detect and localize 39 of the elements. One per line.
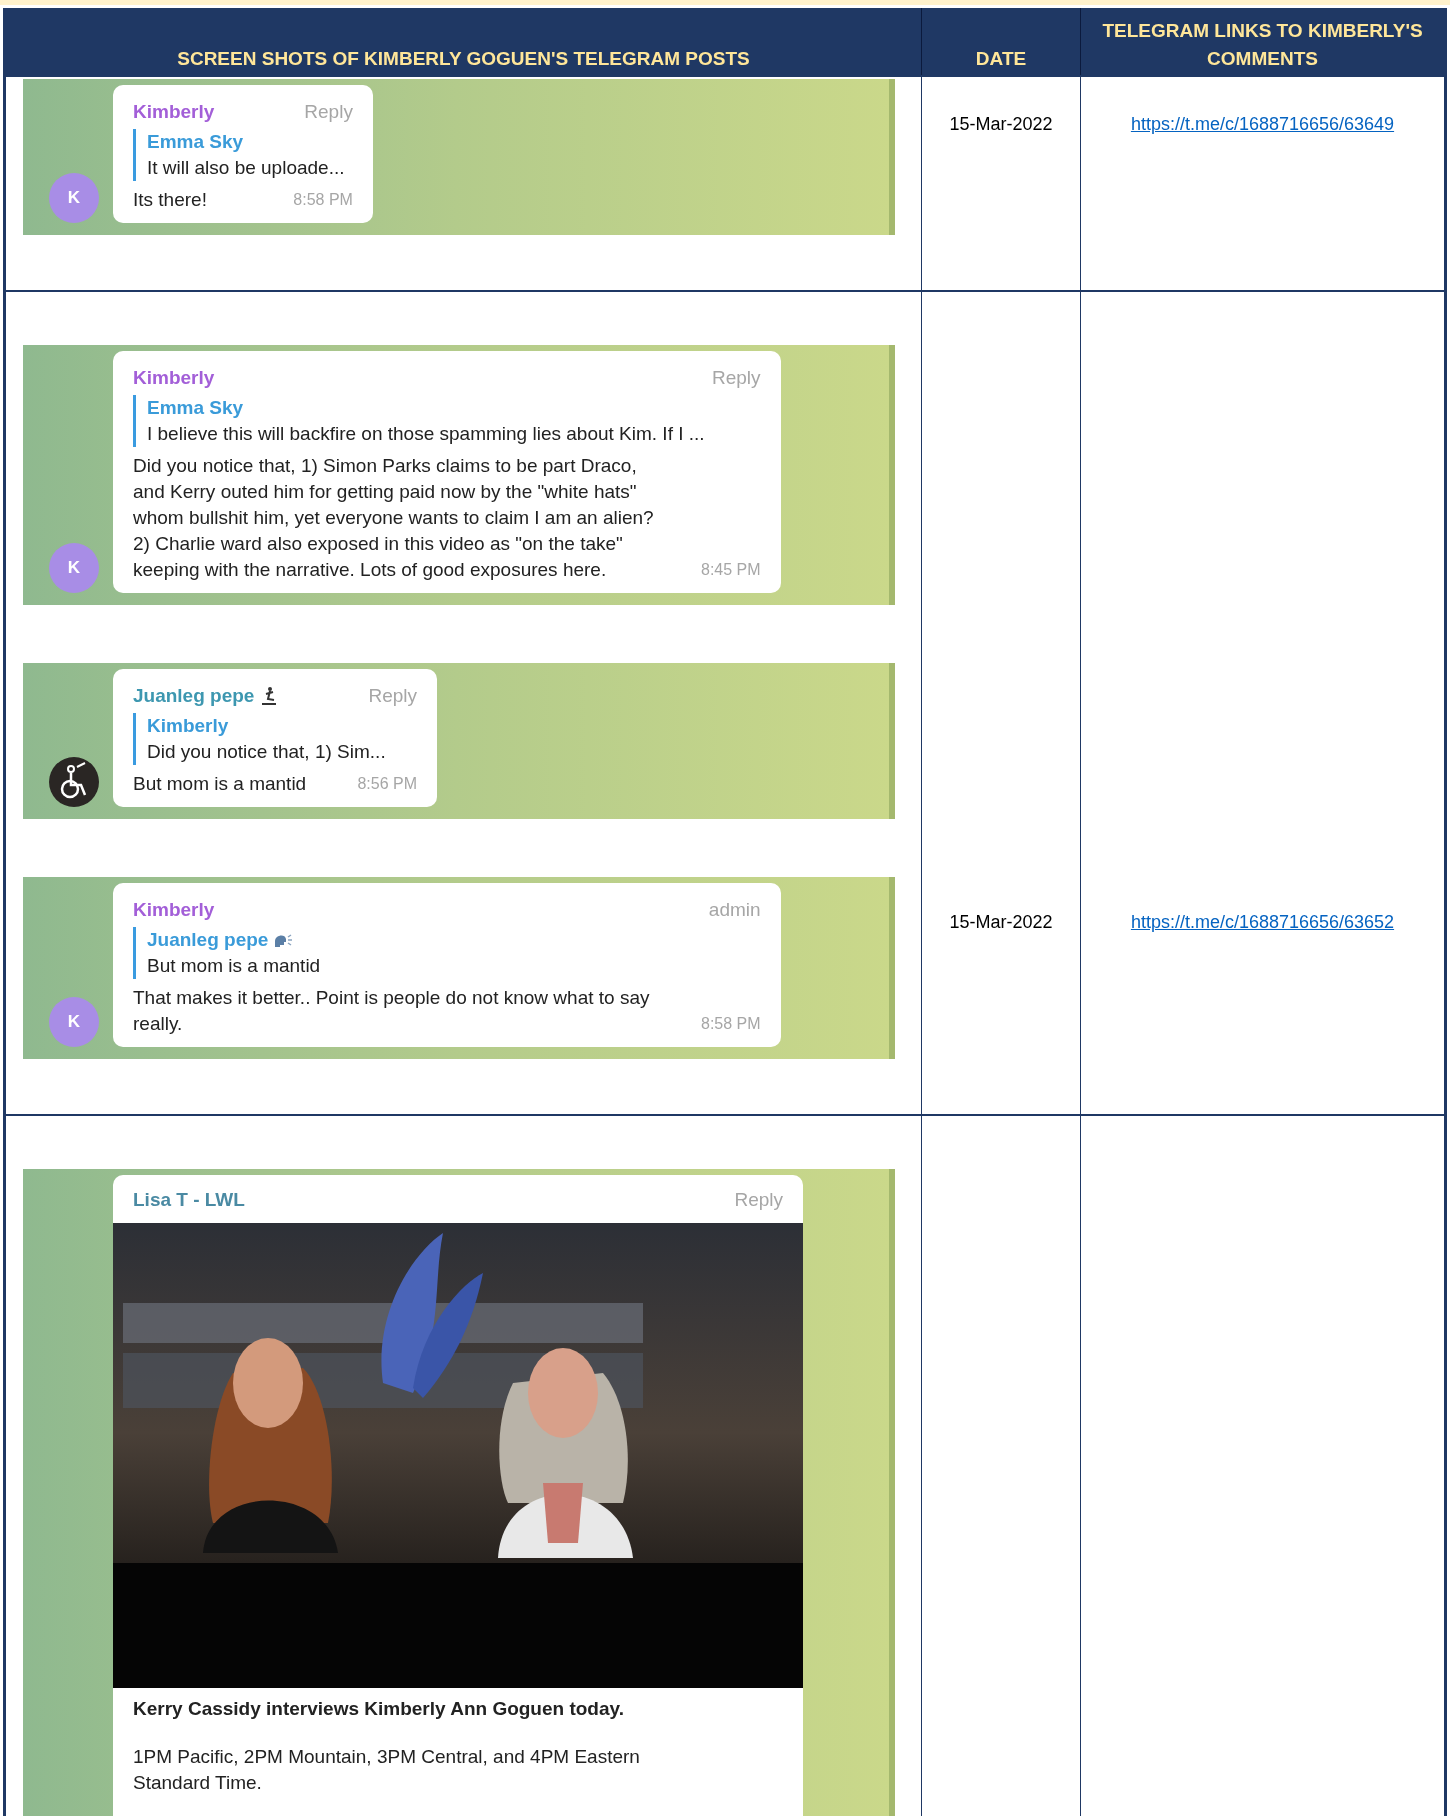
- quoted-text: But mom is a mantid: [147, 954, 322, 978]
- avatar: K: [49, 543, 99, 593]
- avatar: K: [49, 173, 99, 223]
- quote-author: Emma Sky: [147, 396, 244, 420]
- sender-name: Juanleg pepe: [133, 684, 255, 708]
- message-text: Its there!: [133, 188, 207, 212]
- message-time: 8:45 PM: [701, 560, 761, 580]
- column-header: TELEGRAM LINKS TO KIMBERLY'S COMMENTS: [1080, 8, 1444, 75]
- reply-link[interactable]: admin: [708, 895, 761, 925]
- avatar: K: [49, 997, 99, 1047]
- comment-link[interactable]: https://t.me/c/1688716656/63652: [1130, 909, 1395, 936]
- message-text: 1PM Pacific, 2PM Mountain, 3PM Central, and 4PM Eastern Standard Time.: [133, 1745, 641, 1795]
- reply-link[interactable]: Reply: [304, 97, 353, 127]
- reply-link[interactable]: Reply: [712, 363, 761, 393]
- quote-author: Kimberly: [147, 714, 229, 738]
- date-text: 15-Mar-2022: [949, 113, 1053, 136]
- reply-link[interactable]: Reply: [368, 681, 417, 711]
- date-text: 15-Mar-2022: [949, 911, 1053, 934]
- quoted-text: It will also be uploade...: [147, 156, 346, 180]
- quote-author: Juanleg pepe: [147, 928, 269, 952]
- comment-link[interactable]: https://t.me/c/1688716656/63649: [1130, 111, 1395, 138]
- sender-name: Kimberly: [133, 366, 215, 390]
- column-header: SCREEN SHOTS OF KIMBERLY GOGUEN'S TELEGRAM POSTS: [176, 47, 751, 71]
- quote-author: Emma Sky: [147, 130, 244, 154]
- quoted-text: Did you notice that, 1) Sim...: [147, 740, 387, 764]
- quoted-text: I believe this will backfire on those spamming lies about Kim. If I ...: [147, 422, 706, 446]
- message-time: 8:56 PM: [357, 774, 417, 794]
- reply-link[interactable]: Reply: [734, 1185, 783, 1215]
- message-text: That makes it better.. Point is people do not know what to say really.: [133, 986, 651, 1036]
- sender-name: Kimberly: [133, 100, 215, 124]
- message-text: But mom is a mantid: [133, 772, 307, 796]
- message-time: 8:58 PM: [293, 190, 353, 210]
- sender-name: Lisa T - LWL: [133, 1188, 245, 1212]
- caption-text: Kerry Cassidy interviews Kimberly Ann Goguen today.: [133, 1697, 625, 1721]
- avatar: [49, 757, 99, 807]
- message-time: 8:58 PM: [701, 1014, 761, 1034]
- column-header: DATE: [921, 8, 1080, 75]
- sender-name: Kimberly: [133, 898, 215, 922]
- message-text: Did you notice that, 1) Simon Parks claims to be part Draco, and Kerry outed him for getting paid now by the "white hats" whom bullshit him, yet everyone wants to claim I am an alien? 2) Charlie ward also exposed in this video as "on the take" keeping with the narrative. Lots of good exposures here.: [133, 454, 655, 582]
